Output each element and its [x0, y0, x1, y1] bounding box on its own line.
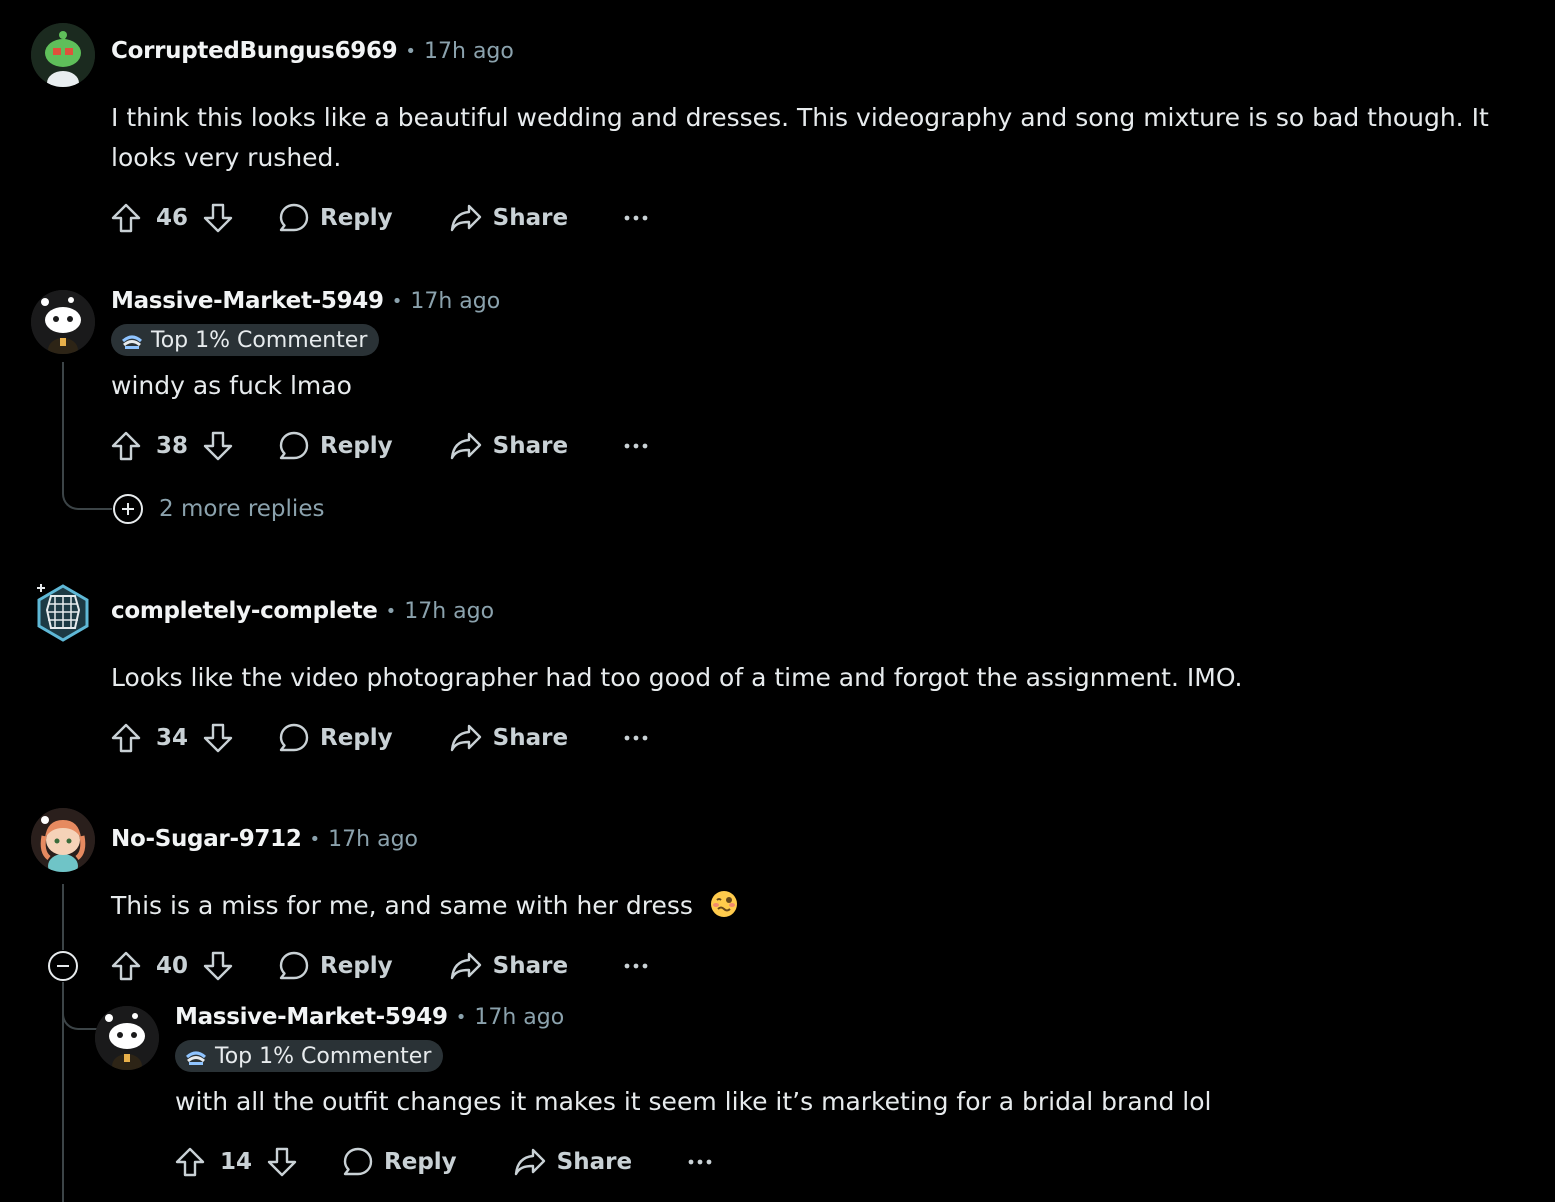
more-options-icon[interactable]: [624, 442, 648, 450]
more-replies-button[interactable]: 2 more replies: [113, 494, 324, 524]
more-options-icon[interactable]: [688, 1158, 712, 1166]
thread-line[interactable]: [62, 884, 64, 950]
separator-dot: •: [391, 290, 403, 312]
thread-connector: [62, 488, 112, 510]
username[interactable]: CorruptedBungus6969: [111, 38, 398, 64]
timestamp[interactable]: 17h ago: [424, 39, 514, 64]
share-button[interactable]: Share: [449, 950, 568, 982]
share-label: Share: [556, 1149, 633, 1175]
separator-dot: •: [455, 1006, 467, 1028]
user-avatar[interactable]: [31, 580, 95, 644]
vote-count: 46: [156, 205, 189, 231]
comment-text: with all the outfit changes it makes it …: [175, 1087, 1212, 1116]
downvote-icon[interactable]: [266, 1146, 298, 1178]
upvote-icon[interactable]: [110, 722, 142, 754]
vote-count: 34: [156, 725, 189, 751]
upvote-icon[interactable]: [110, 202, 142, 234]
comment-bubble-icon: [278, 950, 310, 982]
comment-actions: 38 Reply Share: [110, 426, 648, 466]
more-options-icon[interactable]: [624, 214, 648, 222]
downvote-icon[interactable]: [202, 430, 234, 462]
reply-button[interactable]: Reply: [278, 202, 393, 234]
reply-label: Reply: [384, 1149, 457, 1175]
user-avatar[interactable]: [95, 1006, 159, 1070]
share-label: Share: [492, 433, 569, 459]
share-icon: [449, 722, 483, 754]
timestamp[interactable]: 17h ago: [328, 827, 418, 852]
comment-actions: 34 Reply Share: [110, 718, 648, 758]
share-icon: [513, 1146, 547, 1178]
comment-text: I think this looks like a beautiful wedd…: [111, 103, 1489, 172]
comment-bubble-icon: [278, 430, 310, 462]
user-avatar[interactable]: [31, 290, 95, 354]
timestamp[interactable]: 17h ago: [474, 1005, 564, 1030]
upvote-icon[interactable]: [174, 1146, 206, 1178]
share-button[interactable]: Share: [449, 722, 568, 754]
reply-button[interactable]: Reply: [342, 1146, 457, 1178]
downvote-icon[interactable]: [202, 202, 234, 234]
share-button[interactable]: Share: [449, 430, 568, 462]
reply-label: Reply: [320, 433, 393, 459]
reply-button[interactable]: Reply: [278, 722, 393, 754]
separator-dot: •: [385, 600, 397, 622]
share-button[interactable]: Share: [449, 202, 568, 234]
user-flair: Top 1% Commenter: [111, 324, 380, 356]
collapse-minus-icon[interactable]: [48, 951, 78, 981]
reply-button[interactable]: Reply: [278, 430, 393, 462]
share-button[interactable]: Share: [513, 1146, 632, 1178]
top-commenter-icon: [122, 335, 142, 349]
thread-line[interactable]: [62, 362, 64, 490]
flair-label: Top 1% Commenter: [151, 327, 368, 353]
comment-text-container: This is a miss for me, and same with her…: [111, 886, 1491, 926]
comment-bubble-icon: [342, 1146, 374, 1178]
comment-actions: 46 Reply Share: [110, 198, 648, 238]
vote-count: 38: [156, 433, 189, 459]
share-label: Share: [492, 953, 569, 979]
share-icon: [449, 430, 483, 462]
upvote-icon[interactable]: [110, 950, 142, 982]
comment-bubble-icon: [278, 722, 310, 754]
downvote-icon[interactable]: [202, 722, 234, 754]
share-icon: [449, 950, 483, 982]
comment-actions: 14 Reply Share: [174, 1142, 712, 1182]
more-options-icon[interactable]: [624, 962, 648, 970]
more-replies-label[interactable]: 2 more replies: [159, 496, 324, 522]
comment-text: Looks like the video photographer had to…: [111, 663, 1243, 692]
comment-text: windy as fuck lmao: [111, 371, 352, 400]
separator-dot: •: [405, 40, 417, 62]
username[interactable]: No-Sugar-9712: [111, 826, 302, 852]
expand-plus-icon[interactable]: [113, 494, 143, 524]
user-avatar[interactable]: [31, 808, 95, 872]
username[interactable]: Massive-Market-5949: [111, 288, 384, 314]
share-label: Share: [492, 205, 569, 231]
separator-dot: •: [309, 828, 321, 850]
reply-button[interactable]: Reply: [278, 950, 393, 982]
vote-count: 40: [156, 953, 189, 979]
downvote-icon[interactable]: [202, 950, 234, 982]
flair-label: Top 1% Commenter: [215, 1043, 432, 1069]
share-label: Share: [492, 725, 569, 751]
comment-bubble-icon: [278, 202, 310, 234]
username[interactable]: Massive-Market-5949: [175, 1004, 448, 1030]
upvote-icon[interactable]: [110, 430, 142, 462]
reply-label: Reply: [320, 725, 393, 751]
user-flair: Top 1% Commenter: [175, 1040, 444, 1072]
share-icon: [449, 202, 483, 234]
timestamp[interactable]: 17h ago: [410, 289, 500, 314]
more-options-icon[interactable]: [624, 734, 648, 742]
timestamp[interactable]: 17h ago: [404, 599, 494, 624]
reply-label: Reply: [320, 953, 393, 979]
vote-count: 14: [220, 1149, 253, 1175]
comment-text: This is a miss for me, and same with her…: [111, 891, 693, 920]
comment-actions: 40 Reply Share: [110, 946, 648, 986]
username[interactable]: completely-complete: [111, 598, 378, 624]
reply-label: Reply: [320, 205, 393, 231]
user-avatar[interactable]: [31, 23, 95, 87]
top-commenter-icon: [186, 1051, 206, 1065]
woozy-face-emoji: [710, 891, 737, 917]
